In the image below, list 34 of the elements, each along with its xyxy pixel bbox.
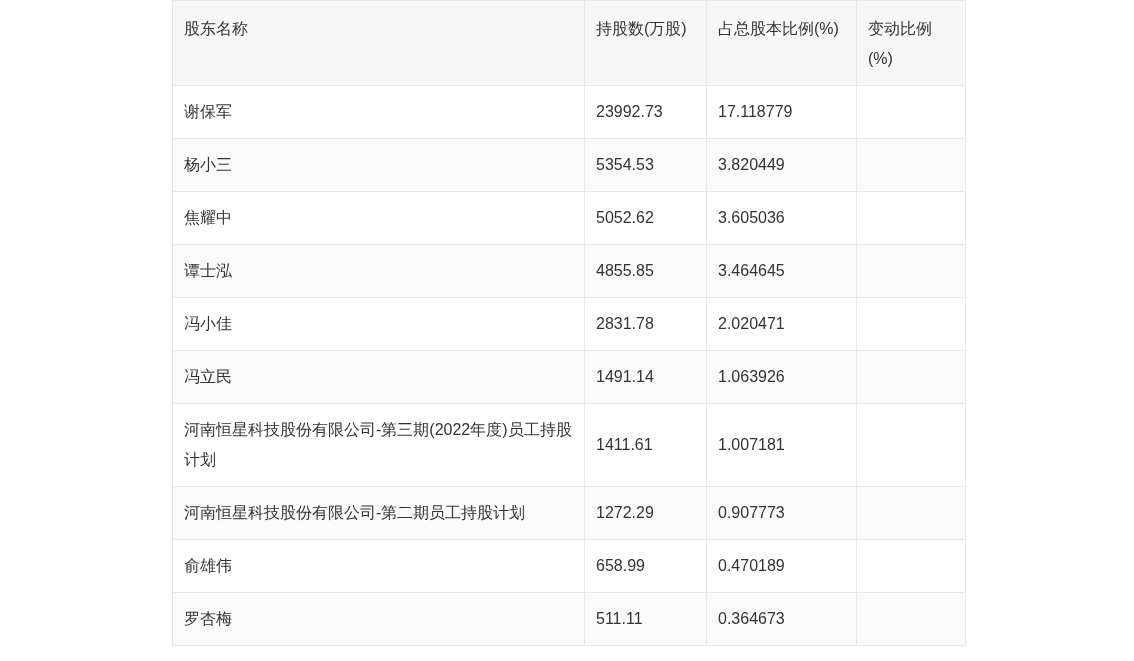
- table-cell: 1491.14: [584, 350, 707, 404]
- table-cell: 1.007181: [706, 403, 857, 487]
- table-cell: 1411.61: [584, 403, 707, 487]
- table-cell: 23992.73: [584, 85, 707, 139]
- table-cell: 谭士泓: [172, 244, 585, 298]
- table-cell: 5354.53: [584, 138, 707, 192]
- table-cell: 1272.29: [584, 486, 707, 540]
- column-header: 股东名称: [172, 0, 585, 86]
- table-cell: 4855.85: [584, 244, 707, 298]
- table-cell: 俞雄伟: [172, 539, 585, 593]
- table-cell: 658.99: [584, 539, 707, 593]
- table-cell: 谢保军: [172, 85, 585, 139]
- table-cell: 河南恒星科技股份有限公司-第二期员工持股计划: [172, 486, 585, 540]
- table-cell: 17.118779: [706, 85, 857, 139]
- column-header: 占总股本比例(%): [706, 0, 857, 86]
- table-cell: 河南恒星科技股份有限公司-第三期(2022年度)员工持股计划: [172, 403, 585, 487]
- table-cell: 3.464645: [706, 244, 857, 298]
- table-cell: 5052.62: [584, 191, 707, 245]
- table-cell: 0.470189: [706, 539, 857, 593]
- table-cell: 0.907773: [706, 486, 857, 540]
- table-cell: 罗杏梅: [172, 592, 585, 646]
- table-cell: 杨小三: [172, 138, 585, 192]
- table-cell: 冯立民: [172, 350, 585, 404]
- column-header: 变动比例(%): [856, 0, 966, 86]
- table-cell: 1.063926: [706, 350, 857, 404]
- table-cell: 焦耀中: [172, 191, 585, 245]
- table-cell: 2.020471: [706, 297, 857, 351]
- table-cell: 3.820449: [706, 138, 857, 192]
- table-cell: 2831.78: [584, 297, 707, 351]
- table-cell: 冯小佳: [172, 297, 585, 351]
- table-cell: 511.11: [584, 592, 707, 646]
- table-cell: 3.605036: [706, 191, 857, 245]
- column-header: 持股数(万股): [584, 0, 707, 86]
- table-cell: 0.364673: [706, 592, 857, 646]
